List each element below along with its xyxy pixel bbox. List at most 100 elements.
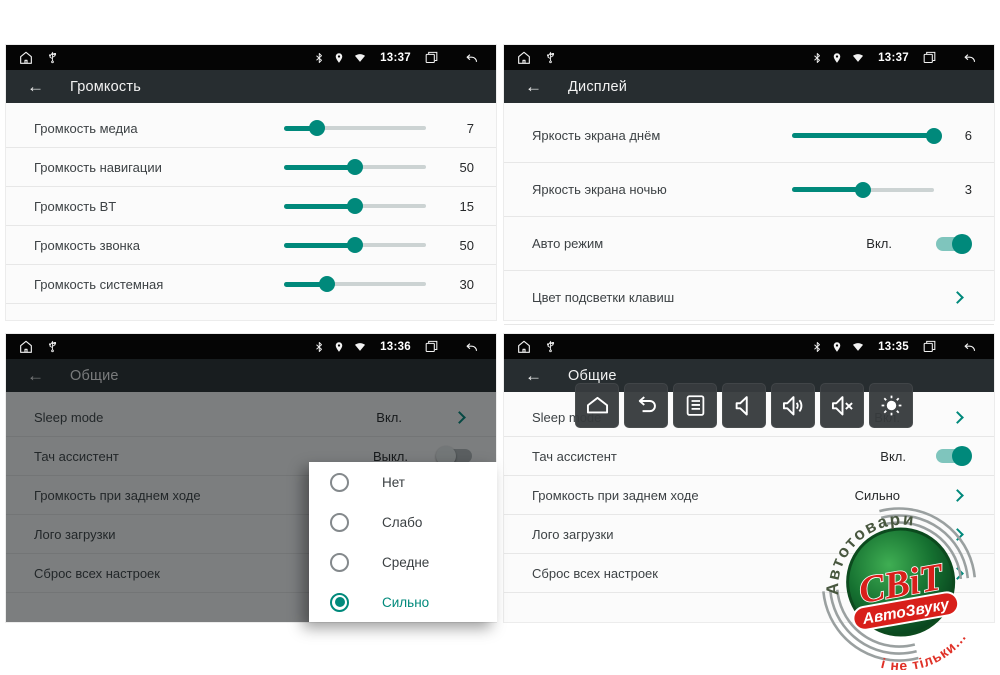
quickbar-back-button[interactable] (624, 383, 668, 428)
setting-value: 3 (948, 182, 972, 197)
setting-value: 50 (440, 238, 474, 253)
home-icon[interactable] (18, 339, 34, 355)
setting-row-reverse-volume[interactable]: Громкость при заднем ходе Сильно (504, 476, 994, 515)
setting-label: Яркость экрана ночью (532, 182, 667, 197)
quickbar-mute-button[interactable] (820, 383, 864, 428)
slider-thumb[interactable] (347, 159, 363, 175)
slider-thumb[interactable] (926, 128, 942, 144)
touch-assistant-toggle[interactable] (936, 449, 970, 463)
radio-button[interactable] (330, 473, 349, 492)
reverse-volume-dialog: Нет Слабо Средне Сильно (309, 462, 497, 622)
recents-icon[interactable] (922, 339, 937, 354)
status-clock: 13:35 (878, 341, 909, 353)
usb-icon (544, 339, 557, 354)
ring-volume-slider[interactable] (284, 237, 426, 253)
system-volume-slider[interactable] (284, 276, 426, 292)
slider-thumb[interactable] (347, 198, 363, 214)
setting-row-system-volume[interactable]: Громкость системная 30 (6, 265, 496, 304)
option-label: Сильно (382, 595, 429, 610)
volume-settings-panel: 13:37 ← Громкость Громкость медиа 7 Гром… (5, 44, 497, 321)
wifi-icon (851, 340, 865, 353)
setting-row-media-volume[interactable]: Громкость медиа 7 (6, 109, 496, 148)
status-clock: 13:36 (380, 341, 411, 353)
quickbar-brightness-button[interactable] (869, 383, 913, 428)
quick-controls-bar (575, 383, 913, 428)
nav-volume-slider[interactable] (284, 159, 426, 175)
slider-thumb[interactable] (855, 182, 871, 198)
setting-value: Сильно (855, 488, 900, 503)
media-volume-slider[interactable] (284, 120, 426, 136)
setting-row-reset-all[interactable]: Сброс всех настроек (504, 554, 994, 593)
option-label: Нет (382, 475, 405, 490)
setting-row-bt-volume[interactable]: Громкость BT 15 (6, 187, 496, 226)
status-bar: 13:36 (6, 334, 496, 359)
location-icon (333, 51, 345, 65)
setting-label: Цвет подсветки клавиш (532, 290, 674, 305)
dialog-option-strong[interactable]: Сильно (309, 582, 497, 622)
setting-row-key-backlight[interactable]: Цвет подсветки клавиш (504, 271, 994, 325)
option-label: Средне (382, 555, 429, 570)
page-title: Общие (568, 368, 617, 384)
display-settings-panel: 13:37 ← Дисплей Яркость экрана днём 6 Яр… (503, 44, 995, 321)
back-arrow-icon[interactable]: ← (525, 78, 542, 95)
quickbar-home-button[interactable] (575, 383, 619, 428)
back-nav-icon[interactable] (961, 339, 978, 354)
setting-row-boot-logo[interactable]: Лого загрузки (504, 515, 994, 554)
home-icon[interactable] (516, 339, 532, 355)
back-arrow-icon[interactable]: ← (525, 367, 542, 384)
option-label: Слабо (382, 515, 422, 530)
dialog-option-weak[interactable]: Слабо (309, 502, 497, 542)
setting-row-day-brightness[interactable]: Яркость экрана днём 6 (504, 109, 994, 163)
setting-row-nav-volume[interactable]: Громкость навигации 50 (6, 148, 496, 187)
home-icon[interactable] (516, 50, 532, 66)
location-icon (831, 51, 843, 65)
dialog-option-medium[interactable]: Средне (309, 542, 497, 582)
quickbar-volume-up-button[interactable] (771, 383, 815, 428)
status-bar: 13:35 (504, 334, 994, 359)
location-icon (333, 340, 345, 354)
usb-icon (46, 50, 59, 65)
slider-thumb[interactable] (319, 276, 335, 292)
status-clock: 13:37 (878, 52, 909, 64)
logo-arc-bottom-text: і не тільки... (875, 627, 974, 670)
chevron-right-icon (951, 291, 964, 304)
recents-icon[interactable] (424, 339, 439, 354)
usb-icon (46, 339, 59, 354)
general-settings-panel: 13:35 ← Общие Sleep mode Вкл. Тач ассист… (503, 333, 995, 623)
auto-mode-toggle[interactable] (936, 237, 970, 251)
back-nav-icon[interactable] (961, 50, 978, 65)
day-brightness-slider[interactable] (792, 128, 934, 144)
slider-thumb[interactable] (309, 120, 325, 136)
setting-row-auto-mode[interactable]: Авто режим Вкл. (504, 217, 994, 271)
back-nav-icon[interactable] (463, 50, 480, 65)
setting-value: 7 (440, 121, 474, 136)
setting-label: Авто режим (532, 236, 603, 251)
setting-row-night-brightness[interactable]: Яркость экрана ночью 3 (504, 163, 994, 217)
recents-icon[interactable] (424, 50, 439, 65)
radio-button[interactable] (330, 553, 349, 572)
back-nav-icon[interactable] (463, 339, 480, 354)
chevron-right-icon (951, 489, 964, 502)
setting-row-touch-assistant[interactable]: Тач ассистент Вкл. (504, 437, 994, 476)
quickbar-volume-down-button[interactable] (722, 383, 766, 428)
bt-volume-slider[interactable] (284, 198, 426, 214)
setting-label: Громкость BT (34, 199, 116, 214)
setting-label: Громкость навигации (34, 160, 162, 175)
setting-row-ring-volume[interactable]: Громкость звонка 50 (6, 226, 496, 265)
recents-icon[interactable] (922, 50, 937, 65)
home-icon[interactable] (18, 50, 34, 66)
chevron-right-icon (951, 528, 964, 541)
setting-label: Громкость медиа (34, 121, 138, 136)
setting-label: Яркость экрана днём (532, 128, 660, 143)
dialog-option-none[interactable]: Нет (309, 462, 497, 502)
night-brightness-slider[interactable] (792, 182, 934, 198)
slider-thumb[interactable] (347, 237, 363, 253)
setting-label: Громкость при заднем ходе (532, 488, 699, 503)
usb-icon (544, 50, 557, 65)
status-bar: 13:37 (504, 45, 994, 70)
setting-value: Вкл. (880, 449, 906, 464)
quickbar-list-button[interactable] (673, 383, 717, 428)
back-arrow-icon[interactable]: ← (27, 78, 44, 95)
radio-button[interactable] (330, 593, 349, 612)
radio-button[interactable] (330, 513, 349, 532)
